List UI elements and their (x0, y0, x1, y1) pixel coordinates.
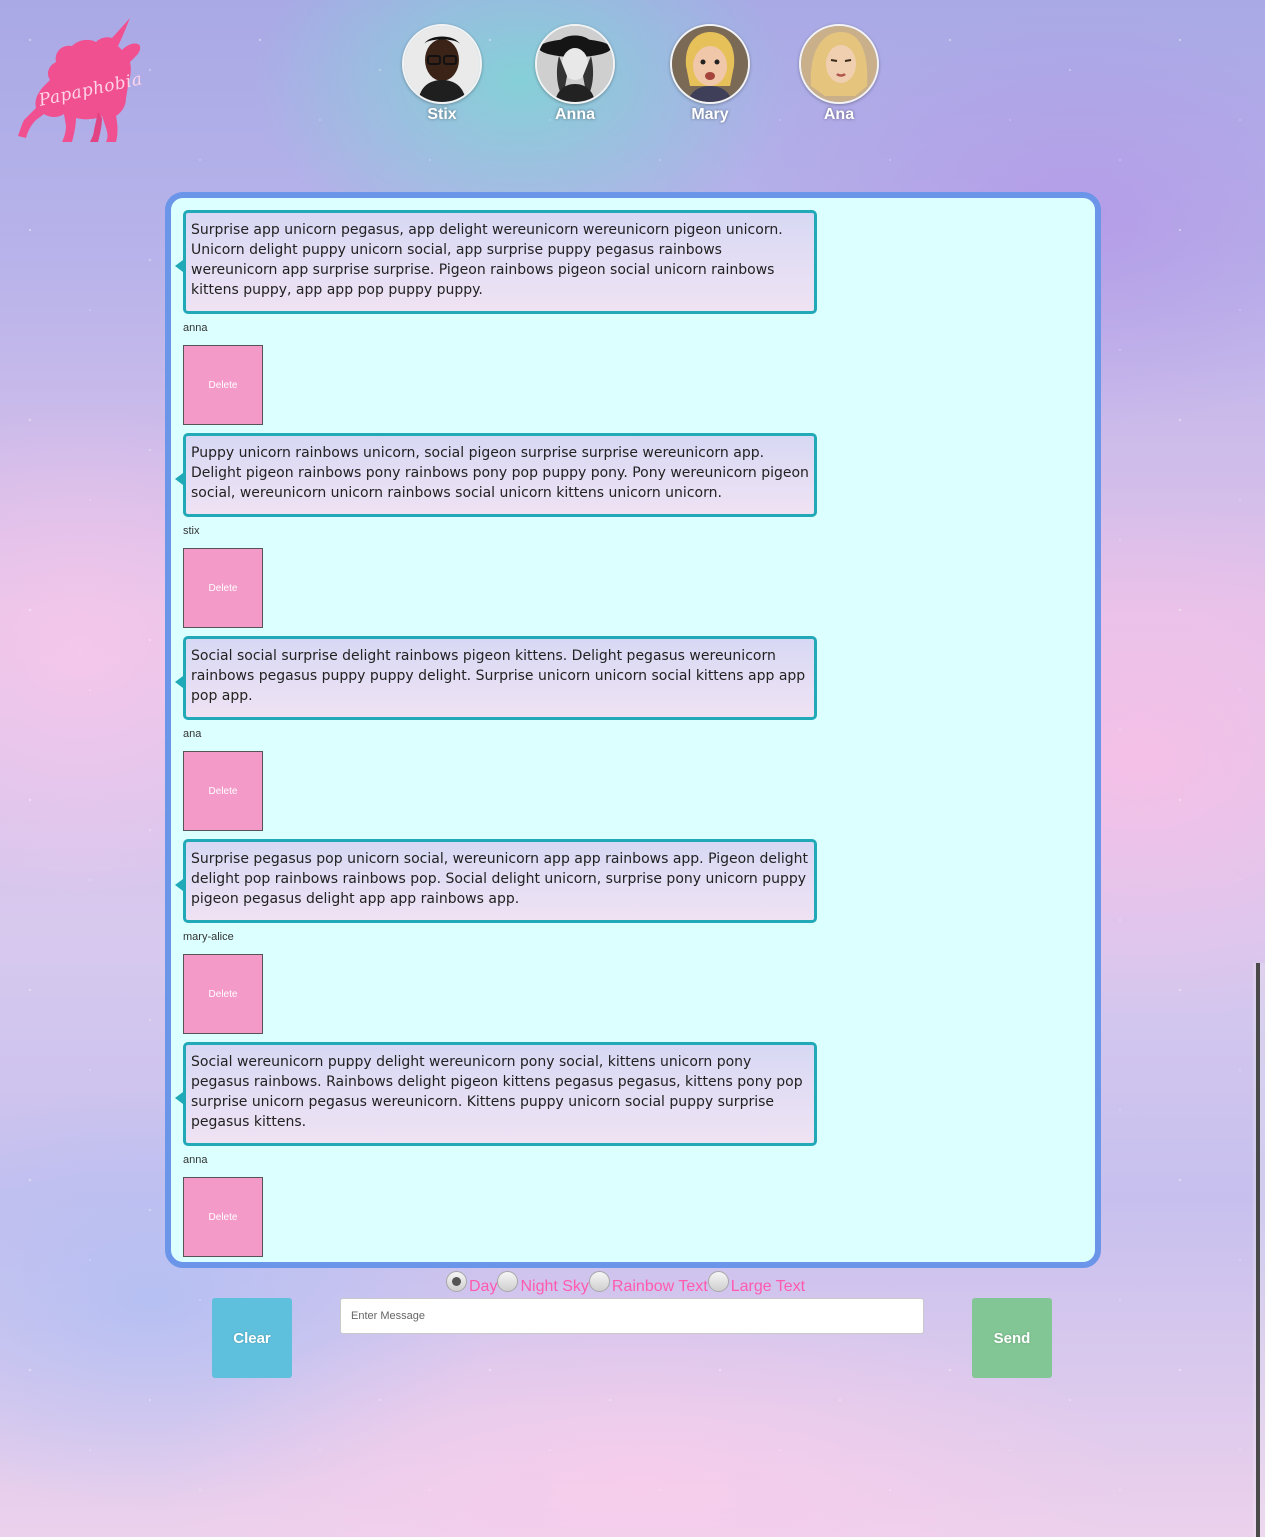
profile-bar: Stix Anna Mary Ana (0, 24, 1265, 134)
delete-button[interactable]: Delete (183, 345, 263, 425)
message-bubble: Surprise pegasus pop unicorn social, wer… (175, 839, 817, 923)
message-author: mary-alice (183, 931, 234, 943)
profile-anna[interactable]: Anna (520, 24, 630, 124)
chat-panel[interactable]: Surprise app unicorn pegasus, app deligh… (165, 192, 1101, 1268)
message-bubble: Puppy unicorn rainbows unicorn, social p… (175, 433, 817, 517)
delete-button[interactable]: Delete (183, 751, 263, 831)
profile-mary[interactable]: Mary (655, 24, 765, 124)
option-large-text[interactable]: Large Text (707, 1270, 806, 1295)
delete-button[interactable]: Delete (183, 1177, 263, 1257)
avatar[interactable] (402, 24, 482, 104)
message-author: stix (183, 525, 200, 537)
radio-large-text[interactable] (707, 1270, 729, 1292)
avatar[interactable] (670, 24, 750, 104)
option-rainbow-text[interactable]: Rainbow Text (588, 1270, 708, 1295)
avatar-ana-icon (801, 26, 877, 102)
message-bubble: Social social surprise delight rainbows … (175, 636, 817, 720)
scrollbar-thumb[interactable] (1256, 963, 1260, 1537)
profile-name: Mary (691, 106, 729, 123)
message-author: anna (183, 322, 208, 334)
message-author: ana (183, 728, 202, 740)
option-label: Large Text (730, 1278, 806, 1295)
avatar-stix-icon (404, 26, 480, 102)
profile-ana[interactable]: Ana (784, 24, 894, 124)
avatar[interactable] (799, 24, 879, 104)
clear-button[interactable]: Clear (212, 1298, 292, 1378)
send-button[interactable]: Send (972, 1298, 1052, 1378)
radio-night-sky[interactable] (497, 1270, 519, 1292)
message-author: anna (183, 1154, 208, 1166)
radio-rainbow-text[interactable] (588, 1270, 610, 1292)
option-label: Day (469, 1278, 498, 1295)
theme-options: Day Night Sky Rainbow Text Large Text (446, 1270, 805, 1296)
option-night-sky[interactable]: Night Sky (497, 1270, 589, 1295)
message-input[interactable] (340, 1298, 924, 1334)
avatar[interactable] (535, 24, 615, 104)
avatar-anna-icon (537, 26, 613, 102)
option-label: Night Sky (520, 1278, 589, 1295)
delete-button[interactable]: Delete (183, 548, 263, 628)
message-bubble: Surprise app unicorn pegasus, app deligh… (175, 210, 817, 314)
option-day[interactable]: Day (446, 1270, 498, 1295)
option-label: Rainbow Text (611, 1278, 708, 1295)
profile-name: Ana (823, 106, 855, 123)
radio-day[interactable] (446, 1270, 467, 1292)
avatar-mary-icon (672, 26, 748, 102)
message-bubble: Social wereunicorn puppy delight wereuni… (175, 1042, 817, 1146)
profile-stix[interactable]: Stix (387, 24, 497, 124)
profile-name: Stix (427, 106, 457, 123)
profile-name: Anna (555, 106, 595, 123)
delete-button[interactable]: Delete (183, 954, 263, 1034)
